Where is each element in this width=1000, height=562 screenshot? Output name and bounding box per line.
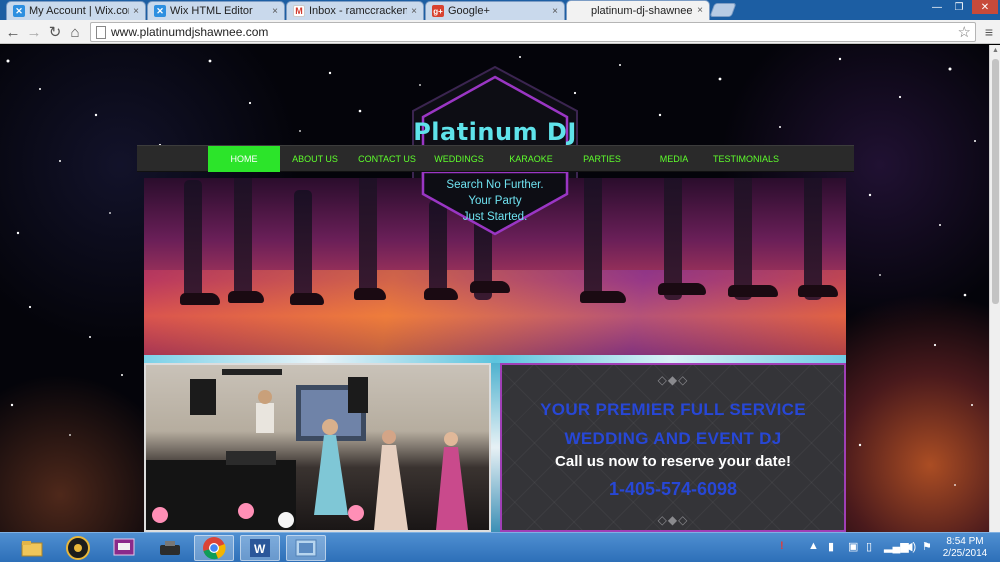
close-tab-icon[interactable]: × <box>697 5 703 16</box>
wix-icon: ✕ <box>13 5 25 17</box>
nav-media[interactable]: MEDIA <box>642 146 706 172</box>
close-tab-icon[interactable]: × <box>552 6 558 17</box>
tab-gmail-inbox[interactable]: M Inbox - ramccracken1981@ × <box>286 1 424 20</box>
tab-wix-html-editor[interactable]: ✕ Wix HTML Editor × <box>147 1 285 20</box>
tab-platinum-dj[interactable]: platinum-dj-shawnee × <box>566 0 710 20</box>
chrome-menu-icon[interactable]: ≡ <box>982 23 996 41</box>
remote-desktop-icon[interactable] <box>104 535 144 561</box>
scroll-up-icon[interactable]: ▲ <box>992 47 999 54</box>
nav-contact-us[interactable]: CONTACT US <box>350 146 424 172</box>
window-close-icon[interactable]: ✕ <box>972 0 998 14</box>
notification-flag-icon[interactable]: ⚑ <box>922 540 932 553</box>
tab-label: My Account | Wix.com <box>29 5 130 17</box>
chrome-icon[interactable] <box>194 535 234 561</box>
media-player-icon[interactable] <box>58 535 98 561</box>
nav-weddings[interactable]: WEDDINGS <box>424 146 494 172</box>
scanner-icon[interactable] <box>150 535 190 561</box>
clock-date: 2/25/2014 <box>942 548 988 559</box>
close-tab-icon[interactable]: × <box>411 6 417 17</box>
address-bar[interactable]: www.platinumdjshawnee.com ☆ <box>90 22 976 42</box>
new-tab-button[interactable] <box>709 3 737 17</box>
action-center-alert-icon[interactable]: ! <box>780 540 784 552</box>
promo-panel: ◇◆◇ YOUR PREMIER FULL SERVICE WEDDING AN… <box>500 363 846 532</box>
tagline-line: Your Party <box>468 195 522 207</box>
scrollbar-thumb[interactable] <box>992 59 999 304</box>
file-explorer-icon[interactable] <box>12 535 52 561</box>
show-hidden-icons-icon[interactable]: ▲ <box>808 540 819 552</box>
bookmark-star-icon[interactable]: ☆ <box>958 23 971 41</box>
restore-icon[interactable]: ❐ <box>948 0 970 14</box>
phone-number[interactable]: 1-405-574-6098 <box>502 479 844 500</box>
diamond-ornament: ◇◆◇ <box>657 373 689 387</box>
page-viewport: Platinum DJ HOME ABOUT US CONTACT US WED… <box>0 45 989 532</box>
clock-time: 8:54 PM <box>946 536 984 547</box>
tab-label: platinum-dj-shawnee <box>591 4 693 17</box>
tab-wix-account[interactable]: ✕ My Account | Wix.com × <box>6 1 146 20</box>
wix-icon: ✕ <box>154 5 166 17</box>
security-icon[interactable]: ▣ <box>848 540 858 553</box>
promo-call-to-action: Call us now to reserve your date! <box>555 453 791 470</box>
usb-icon[interactable]: ▯ <box>866 540 872 553</box>
nav-home[interactable]: HOME <box>208 146 280 172</box>
close-tab-icon[interactable]: × <box>272 6 278 17</box>
minimize-icon[interactable]: — <box>926 0 948 14</box>
home-icon[interactable]: ⌂ <box>66 23 84 41</box>
gmail-icon: M <box>293 5 305 17</box>
decorative-frame <box>491 363 500 532</box>
svg-text:W: W <box>254 542 266 556</box>
dj-scene-illustration <box>146 369 468 530</box>
dj-event-photo <box>144 363 491 532</box>
logo-title[interactable]: Platinum DJ <box>405 118 585 146</box>
diamond-ornament: ◇◆◇ <box>657 513 689 527</box>
back-arrow-icon[interactable]: ← <box>4 23 22 41</box>
nav-about-us[interactable]: ABOUT US <box>280 146 350 172</box>
reload-icon[interactable]: ↻ <box>46 23 64 41</box>
system-clock[interactable]: 8:54 PM 2/25/2014 <box>936 536 994 560</box>
browser-tab-strip: ✕ My Account | Wix.com × ✕ Wix HTML Edit… <box>0 0 1000 20</box>
logo-tagline: Search No Further. Your Party Just Start… <box>405 177 585 225</box>
nav-karaoke[interactable]: KARAOKE <box>494 146 568 172</box>
page-icon <box>96 26 106 39</box>
tab-label: Wix HTML Editor <box>170 5 253 17</box>
tab-google-plus[interactable]: g+ Google+ × <box>425 1 565 20</box>
video-editor-icon[interactable] <box>286 535 326 561</box>
site-nav-bar: HOME ABOUT US CONTACT US WEDDINGS KARAOK… <box>137 145 854 172</box>
google-plus-icon: g+ <box>432 5 444 17</box>
tagline-line: Just Started. <box>462 211 528 223</box>
url-text: www.platinumdjshawnee.com <box>111 25 269 39</box>
windows-taskbar: W ! ▲ ▮ ▣ ▯ ▂▄▆ ◀) ⚑ 8:54 PM 2/25/2014 <box>0 532 1000 562</box>
tagline-line: Search No Further. <box>446 179 544 191</box>
promo-headline: WEDDING AND EVENT DJ <box>564 429 782 448</box>
nav-parties[interactable]: PARTIES <box>568 146 636 172</box>
forward-arrow-icon[interactable]: → <box>25 23 43 41</box>
vertical-scrollbar[interactable]: ▲ <box>989 45 1000 532</box>
nav-testimonials[interactable]: TESTIMONIALS <box>706 146 786 172</box>
close-tab-icon[interactable]: × <box>133 6 139 17</box>
tab-label: Google+ <box>448 5 490 17</box>
tab-label: Inbox - ramccracken1981@ <box>309 5 407 17</box>
volume-icon[interactable]: ◀) <box>904 540 916 553</box>
device-icon[interactable]: ▮ <box>828 540 834 553</box>
browser-toolbar: ← → ↻ ⌂ www.platinumdjshawnee.com ☆ ≡ <box>0 20 1000 44</box>
word-icon[interactable]: W <box>240 535 280 561</box>
promo-headline: YOUR PREMIER FULL SERVICE <box>540 400 806 419</box>
